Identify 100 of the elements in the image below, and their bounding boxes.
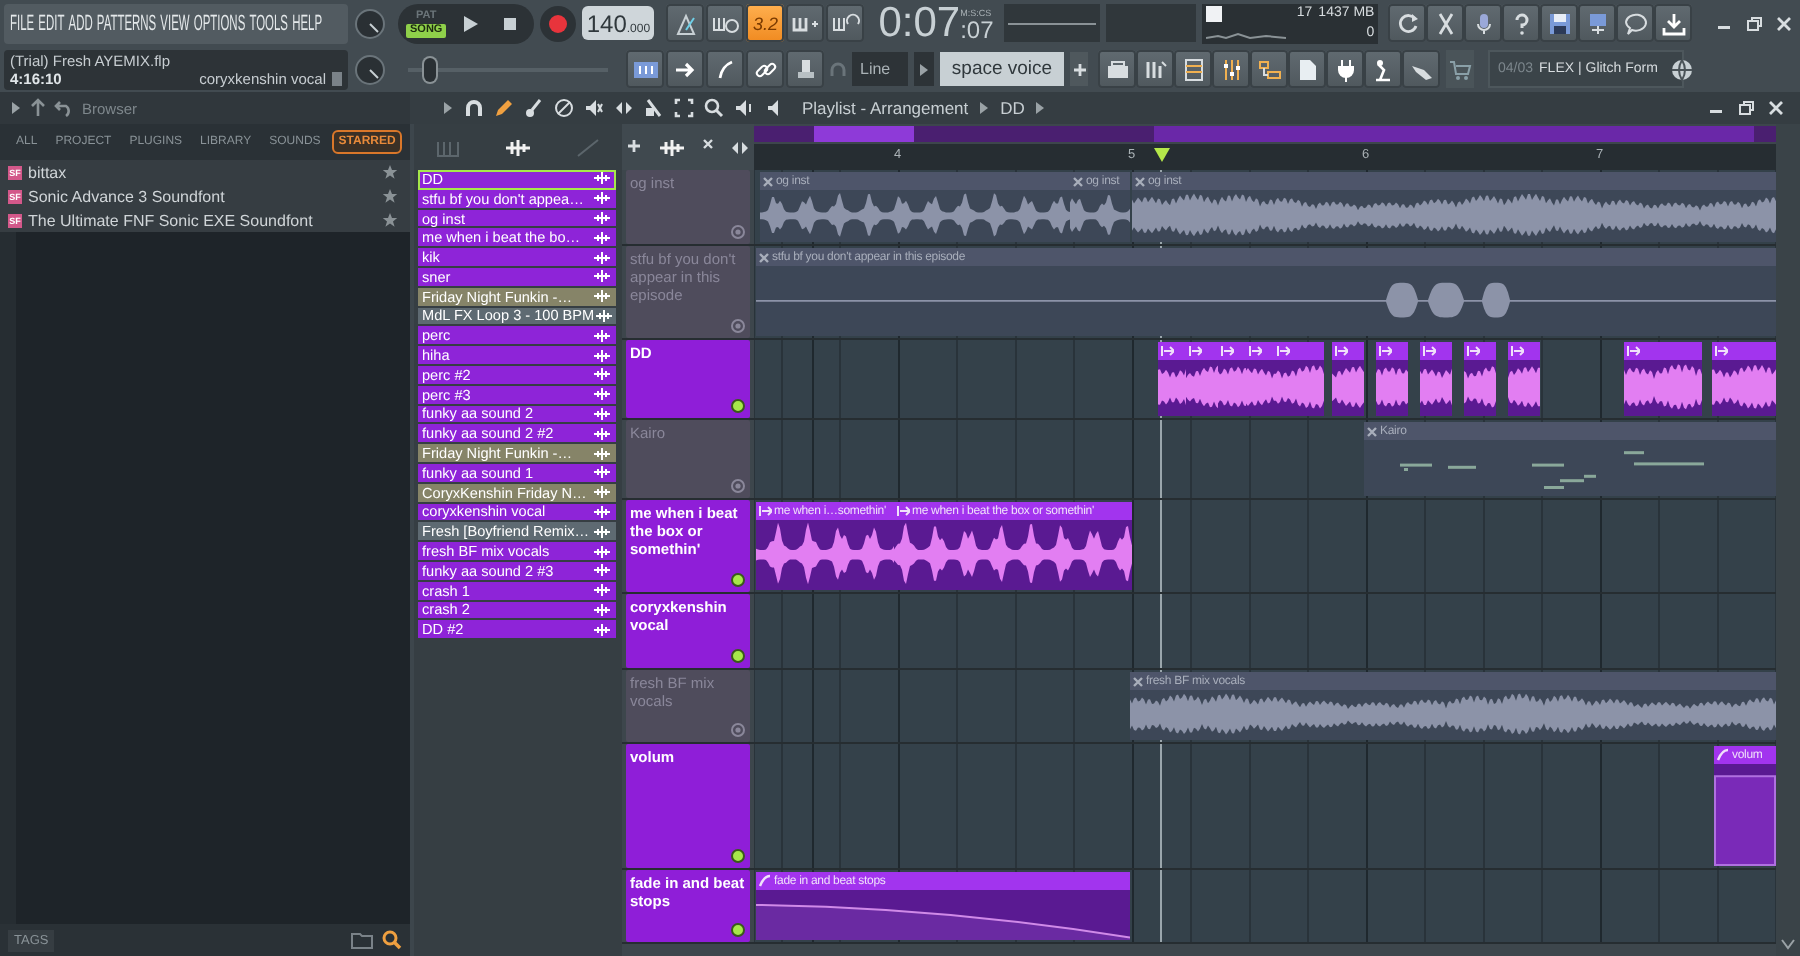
menu-item[interactable]: FILE: [10, 11, 35, 35]
play-icon: [460, 13, 481, 33]
drag-handle-icon: [592, 601, 612, 618]
mute-led-icon[interactable]: [730, 848, 746, 864]
stamp-button[interactable]: [786, 50, 824, 88]
drag-handle-icon: [592, 209, 612, 226]
step-edit-button[interactable]: [786, 4, 825, 42]
audio-clip[interactable]: [1332, 342, 1364, 416]
browser-button[interactable]: [1250, 50, 1288, 88]
tempo-tapper-button[interactable]: [1364, 50, 1402, 88]
master-volume-knob: [354, 7, 386, 39]
record-icon: [546, 11, 571, 35]
oscilloscope-line-drawing: [1008, 21, 1097, 25]
piano-roll-button[interactable]: [626, 50, 664, 88]
vertical-scrollbar[interactable]: [1776, 124, 1800, 956]
mute-icon: [584, 98, 604, 118]
x-mark-icon: [1072, 175, 1084, 187]
slider-thumb[interactable]: [423, 57, 436, 81]
undo-icon: [54, 98, 74, 118]
restore-button[interactable]: [1734, 96, 1758, 120]
mute-led-icon[interactable]: [730, 398, 746, 414]
menu-item[interactable]: HELP: [292, 11, 323, 35]
scissors-icon: [1433, 11, 1458, 35]
export-button[interactable]: [1578, 4, 1617, 42]
record-audio-button[interactable]: [1464, 4, 1503, 42]
menu-item[interactable]: TOOLS: [249, 11, 288, 35]
project-button[interactable]: [1288, 50, 1326, 88]
touch-button[interactable]: [1402, 50, 1440, 88]
countdown-button[interactable]: 3.2: [746, 4, 785, 42]
cut-button[interactable]: [1426, 4, 1465, 42]
browser-item[interactable]: bittax: [28, 163, 376, 181]
add-pattern-button[interactable]: [1070, 52, 1088, 86]
restore-icon: [1746, 15, 1762, 31]
audio-clip[interactable]: [1274, 342, 1324, 416]
speaker-icon: [764, 98, 784, 118]
mute-led-icon[interactable]: [730, 572, 746, 588]
drag-handle-icon: [592, 503, 612, 520]
close-button[interactable]: [1764, 96, 1788, 120]
page-icon: [1297, 57, 1317, 81]
mixer-button[interactable]: [1212, 50, 1250, 88]
audio-clip[interactable]: [1508, 342, 1540, 416]
link-button[interactable]: [746, 50, 784, 88]
menu-item[interactable]: ADD: [68, 11, 93, 35]
drag-handle-icon: [592, 190, 612, 207]
arrow-bar-icon: [1276, 344, 1290, 358]
menu-item[interactable]: PATTERNS: [96, 11, 157, 35]
record-button[interactable]: [540, 5, 577, 41]
metronome-button[interactable]: [666, 4, 705, 42]
slide-button[interactable]: [706, 50, 744, 88]
pattern-prev-button[interactable]: [914, 52, 934, 86]
help-button[interactable]: [1502, 4, 1541, 42]
mute-led-icon[interactable]: [730, 922, 746, 938]
link-icon: [753, 57, 777, 81]
brush-icon: [524, 98, 544, 118]
audio-clip[interactable]: [1624, 342, 1702, 416]
playlist-button[interactable]: [1098, 50, 1136, 88]
audio-clip[interactable]: [1712, 342, 1776, 416]
toolbox-icon: [1105, 57, 1129, 81]
browser-item[interactable]: Sonic Advance 3 Soundfont: [28, 187, 376, 205]
menu-item[interactable]: VIEW: [160, 11, 190, 35]
menu-item[interactable]: OPTIONS: [193, 11, 246, 35]
drag-handle-icon: [592, 405, 612, 422]
bars-icon: [1143, 57, 1167, 81]
save-button[interactable]: [1540, 4, 1579, 42]
lamp-icon: [1371, 57, 1395, 81]
arrow-bar-icon: [896, 504, 910, 518]
wait-input-button[interactable]: [706, 4, 745, 42]
x-mark-icon: [1134, 175, 1146, 187]
plugin-button[interactable]: [1326, 50, 1364, 88]
drag-handle-icon: [592, 523, 612, 540]
browser-item[interactable]: The Ultimate FNF Sonic EXE Soundfont: [28, 211, 376, 229]
audio-clip[interactable]: [1464, 342, 1496, 416]
help-icon: [1511, 11, 1532, 35]
slide-curve-icon: [713, 57, 737, 81]
close-button[interactable]: [1772, 11, 1796, 35]
audio-clip[interactable]: [1158, 342, 1186, 416]
chat-button[interactable]: [1616, 4, 1655, 42]
pattern-selector[interactable]: space voice: [940, 52, 1064, 86]
drag-handle-icon: [592, 249, 612, 266]
drag-handle-icon: [592, 347, 612, 364]
audio-clip[interactable]: [1376, 342, 1408, 416]
mute-led-icon[interactable]: [730, 648, 746, 664]
select-icon: [674, 98, 694, 118]
next-button[interactable]: [666, 50, 704, 88]
loop-record-button[interactable]: [826, 4, 865, 42]
restore-button[interactable]: [1742, 11, 1766, 35]
undo-button[interactable]: [1388, 4, 1427, 42]
close-icon: [1776, 15, 1792, 31]
drag-handle-icon: [592, 543, 612, 560]
snap-dropdown[interactable]: Line: [852, 52, 908, 86]
cpu-indicator: [1206, 5, 1223, 21]
step-sequencer-button[interactable]: [1136, 50, 1174, 88]
audio-clip[interactable]: [1420, 342, 1452, 416]
breadcrumb-item[interactable]: DD: [1000, 98, 1025, 118]
download-button[interactable]: [1654, 4, 1693, 42]
menu-item[interactable]: EDIT: [38, 11, 65, 35]
arrow-bar-icon: [1378, 344, 1392, 358]
restore-icon: [1738, 100, 1754, 116]
microphone-icon: [1473, 11, 1494, 35]
arrow-bar-icon: [1422, 344, 1436, 358]
